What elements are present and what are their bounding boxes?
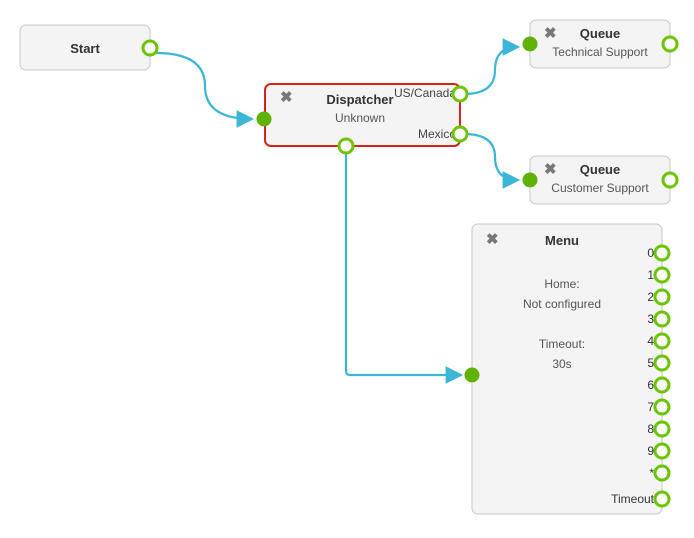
node-dispatcher[interactable]: ✖ Dispatcher Unknown US/Canada Mexico [257, 84, 467, 153]
svg-text:Timeout: Timeout [611, 492, 655, 506]
svg-text:3: 3 [647, 312, 654, 326]
queue-cust-subtitle: Customer Support [551, 181, 649, 195]
conn-dispatcher-menu [346, 151, 461, 375]
menu-option-8[interactable]: 8 [647, 422, 669, 436]
dispatcher-port-unknown[interactable] [339, 139, 353, 153]
start-out-port[interactable] [143, 41, 157, 55]
queue-tech-out-port[interactable] [663, 37, 677, 51]
queue-cust-in-port[interactable] [523, 173, 537, 187]
dispatcher-port-us-label: US/Canada [394, 86, 456, 100]
menu-title: Menu [545, 233, 579, 248]
node-queue-customer[interactable]: ✖ Queue Customer Support [523, 156, 677, 204]
queue-tech-subtitle: Technical Support [552, 45, 648, 59]
dispatcher-subtitle: Unknown [335, 111, 385, 125]
menu-home-value: Not configured [523, 297, 601, 311]
menu-option-2[interactable]: 2 [647, 290, 669, 304]
dispatcher-title: Dispatcher [326, 92, 393, 107]
close-icon[interactable]: ✖ [544, 161, 557, 178]
menu-home-label: Home: [544, 277, 579, 291]
svg-text:0: 0 [647, 246, 654, 260]
close-icon[interactable]: ✖ [280, 89, 293, 106]
svg-text:5: 5 [647, 356, 654, 370]
conn-start-dispatcher [156, 53, 252, 119]
svg-text:9: 9 [647, 444, 654, 458]
menu-timeout-label: Timeout: [539, 337, 585, 351]
close-icon[interactable]: ✖ [486, 231, 499, 248]
menu-option-5[interactable]: 5 [647, 356, 669, 370]
menu-option-9[interactable]: 9 [647, 444, 669, 458]
close-icon[interactable]: ✖ [544, 25, 557, 42]
dispatcher-port-mexico-label: Mexico [418, 127, 456, 141]
menu-option-timeout[interactable]: Timeout [611, 492, 669, 506]
menu-option-4[interactable]: 4 [647, 334, 669, 348]
node-menu[interactable]: ✖ Menu Home: Not configured Timeout: 30s… [465, 224, 669, 514]
dispatcher-port-us[interactable] [453, 87, 467, 101]
dispatcher-in-port[interactable] [257, 112, 271, 126]
menu-option-3[interactable]: 3 [647, 312, 669, 326]
dispatcher-port-mexico[interactable] [453, 127, 467, 141]
menu-option-6[interactable]: 6 [647, 378, 669, 392]
queue-tech-in-port[interactable] [523, 37, 537, 51]
menu-option-1[interactable]: 1 [647, 268, 669, 282]
menu-option-star[interactable]: * [649, 466, 669, 480]
start-title: Start [70, 41, 100, 56]
menu-timeout-value: 30s [552, 357, 571, 371]
queue-cust-title: Queue [580, 162, 620, 177]
menu-option-0[interactable]: 0 [647, 246, 669, 260]
svg-text:6: 6 [647, 378, 654, 392]
svg-text:1: 1 [647, 268, 654, 282]
queue-cust-out-port[interactable] [663, 173, 677, 187]
menu-in-port[interactable] [465, 368, 479, 382]
svg-text:2: 2 [647, 290, 654, 304]
menu-option-7[interactable]: 7 [647, 400, 669, 414]
node-queue-technical[interactable]: ✖ Queue Technical Support [523, 20, 677, 68]
svg-text:7: 7 [647, 400, 654, 414]
node-start[interactable]: Start [20, 25, 157, 70]
queue-tech-title: Queue [580, 26, 620, 41]
svg-text:4: 4 [647, 334, 654, 348]
conn-dispatcher-queue-cust [464, 134, 518, 180]
svg-text:8: 8 [647, 422, 654, 436]
conn-dispatcher-queue-tech [464, 47, 518, 94]
